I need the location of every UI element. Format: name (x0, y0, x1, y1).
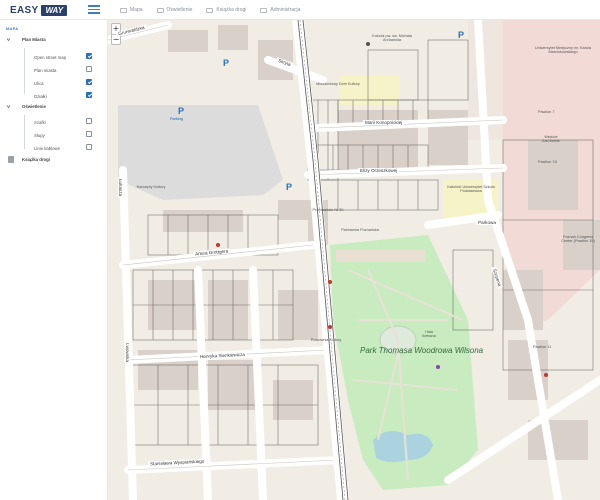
sidebar: MAPA Plan Miasta Open street map Plan mi… (0, 20, 108, 500)
poi-label: Przedszkole Nr 30 (312, 208, 344, 212)
layer-checkbox[interactable] (86, 118, 92, 124)
map-icon (120, 7, 127, 13)
poi-label: Katolicki Uniwersytet Szkoła Podstawowa (447, 185, 495, 193)
street-label: Elizy Orzeszkowej (358, 168, 400, 173)
poi-label: Pawilon 7 (538, 110, 555, 114)
layer-label: Linie kablowe (34, 146, 61, 151)
parking-icon: P (458, 30, 465, 40)
group-oswietlenie[interactable]: Oświetlenie (0, 102, 108, 112)
layer-ulica: Ulica (0, 78, 108, 88)
logo-secondary: WAY (41, 4, 68, 16)
sidebar-header: MAPA (6, 26, 19, 31)
poi-label: Wejście Zachodnie (542, 135, 560, 143)
map-view[interactable]: + − Grunwaldzka Skryta Marii Konopnickie… (108, 20, 600, 500)
layer-label: Plan miasta (34, 68, 57, 73)
poi-label: Parking (170, 117, 183, 121)
parking-icon: P (286, 182, 293, 192)
nav-oswietlenie[interactable]: Oświetlenie (156, 7, 193, 13)
poi-label: Hala Ikebana (422, 330, 436, 338)
layer-szafki: Szafki (0, 117, 108, 127)
nav-mapa[interactable]: Mapa (120, 7, 143, 13)
layer-linie-kablowe: Linie kablowe (0, 143, 108, 153)
logo[interactable]: EASY WAY (10, 3, 68, 17)
layer-checkbox[interactable] (86, 66, 92, 72)
layer-label: Open street map (34, 55, 67, 60)
layer-slupy: Słupy (0, 130, 108, 140)
street-label: Łukasza (118, 176, 124, 199)
poi-label: Koncepty Kultury (136, 185, 166, 189)
street-label: Parkowa (476, 220, 498, 225)
group-plan-miasta[interactable]: Plan Miasta (0, 35, 108, 45)
chevron-down-icon (6, 38, 11, 42)
book-icon (8, 156, 14, 163)
street-label: Lwowska (124, 341, 130, 364)
street-label: Marii Konopnickiej (363, 120, 405, 125)
park-label: Park Thomasa Woodrowa Wilsona (360, 346, 484, 355)
poi-label: Uniwersytet Medyczny im. Karola Marcinko… (534, 46, 592, 54)
book-icon (206, 7, 214, 13)
admin-icon (260, 7, 268, 13)
nav-oswietlenie-label: Oświetlenie (166, 7, 193, 13)
group-oswietlenie-label: Oświetlenie (22, 104, 46, 109)
layer-checkbox[interactable] (86, 53, 92, 59)
layer-label: Ulica (34, 81, 44, 86)
poi-label: Poznań Congress Center (Pawilon 15) (561, 235, 595, 243)
layer-checkbox[interactable] (86, 131, 92, 137)
lamp-icon (156, 7, 164, 13)
poi-label: Pawilon 11 (533, 345, 552, 349)
map-canvas[interactable] (108, 20, 600, 500)
top-bar: EASY WAY Mapa Oświetlenie Książka drogi … (0, 0, 600, 20)
group-plan-label: Plan Miasta (22, 37, 46, 42)
nav-administracja-label: Administracja (270, 7, 301, 13)
layer-open-street-map: Open street map (0, 52, 108, 62)
layer-label: Szafki (34, 120, 46, 125)
layer-label: Działki (34, 94, 47, 99)
nav-mapa-label: Mapa (130, 7, 143, 13)
menu-toggle-icon[interactable] (88, 5, 100, 14)
parking-icon: P (223, 58, 230, 68)
nav-ksiazka-drogi[interactable]: Książka drogi (206, 7, 246, 13)
layer-checkbox[interactable] (86, 92, 92, 98)
poi-label: Pracownia Kultury (310, 338, 342, 342)
layer-checkbox[interactable] (86, 79, 92, 85)
layer-dzialki: Działki (0, 91, 108, 101)
nav-ksiazka-label: Książka drogi (216, 7, 247, 13)
parking-icon: P (178, 106, 185, 116)
sidebar-item-ksiazka-drogi[interactable]: Książka drogi (0, 155, 108, 165)
book-label: Książka drogi (22, 157, 50, 162)
layer-label: Słupy (34, 133, 45, 138)
layer-checkbox[interactable] (86, 144, 92, 150)
poi-label: Kościół pw. św. Michała Archanioła (372, 34, 412, 42)
poi-label: Pawilon 7A (538, 160, 557, 164)
poi-label: Palmiarnia Poznańska (341, 228, 379, 232)
nav-administracja[interactable]: Administracja (260, 7, 300, 13)
main-nav: Mapa Oświetlenie Książka drogi Administr… (120, 0, 314, 20)
logo-primary: EASY (10, 4, 39, 16)
poi-label: Młodzieżowy Dom Kultury (316, 82, 360, 86)
chevron-down-icon (6, 105, 11, 109)
layer-plan-miasta: Plan miasta (0, 65, 108, 75)
